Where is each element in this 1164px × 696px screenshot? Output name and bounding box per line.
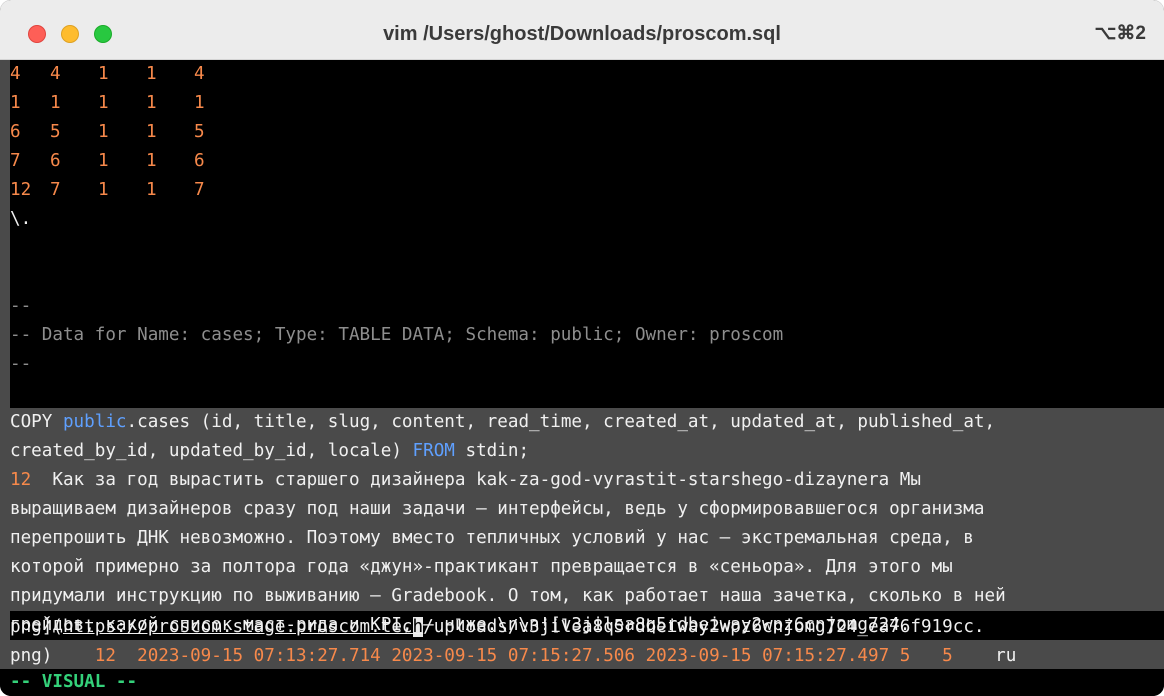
- data-record: png) 12 2023-09-15 07:13:27.714 2023-09-…: [10, 646, 1017, 666]
- selection-highlight: [0, 118, 10, 147]
- sql-comment-line: --: [10, 354, 32, 374]
- selection-highlight: [0, 611, 10, 640]
- terminal-window: vim /Users/ghost/Downloads/proscom.sql ⌥…: [0, 0, 1164, 696]
- selection-highlight: [0, 205, 10, 234]
- selection-highlight: [0, 147, 10, 176]
- selection-highlight: [0, 379, 10, 408]
- data-record: которой примерно за полтора года «джун»-…: [10, 557, 953, 577]
- window-shortcut: ⌥⌘2: [1094, 23, 1146, 44]
- window-title: vim /Users/ghost/Downloads/proscom.sql: [383, 23, 781, 45]
- text-cursor: h: [412, 617, 424, 637]
- selection-highlight: [0, 234, 10, 263]
- data-record: выращиваем дизайнеров сразу под наши зад…: [10, 499, 985, 519]
- selection-highlight: [0, 176, 10, 205]
- vim-mode-indicator: -- VISUAL --: [10, 672, 138, 692]
- data-record: 12 Как за год вырастить старшего дизайне…: [10, 470, 921, 490]
- url-link[interactable]: https://proscom.stage.proscom.tech: [63, 617, 424, 637]
- table-row: 11111: [10, 93, 205, 113]
- selection-highlight: [0, 350, 10, 379]
- data-record: придумали инструкцию по выживанию — Grad…: [10, 586, 1006, 606]
- data-record: png](https://proscom.stage.proscom.tech/…: [10, 617, 985, 637]
- selection-highlight: [0, 89, 10, 118]
- table-row: 44114: [10, 64, 205, 84]
- copy-end-marker: \.: [10, 209, 32, 229]
- table-row: 65115: [10, 122, 205, 142]
- copy-statement: created_by_id, updated_by_id, locale) FR…: [10, 441, 530, 461]
- selection-highlight: [0, 263, 10, 292]
- selection-highlight: [0, 292, 10, 321]
- selection-highlight: [0, 321, 10, 350]
- vim-buffer[interactable]: 44114 11111 65115 76116 12 7 1 1 7 \. -- -- …: [0, 60, 1164, 696]
- selection-highlight: [0, 60, 10, 89]
- table-row: 12 7 1 1 7: [10, 180, 205, 200]
- data-record: перепрошить ДНК невозможно. Поэтому вмес…: [10, 528, 974, 548]
- copy-statement: COPY public.cases (id, title, slug, cont…: [10, 412, 996, 432]
- title-bar[interactable]: vim /Users/ghost/Downloads/proscom.sql ⌥…: [0, 0, 1164, 60]
- sql-comment-line: --: [10, 296, 32, 316]
- sql-comment-line: -- Data for Name: cases; Type: TABLE DAT…: [10, 325, 784, 345]
- table-row: 76116: [10, 151, 205, 171]
